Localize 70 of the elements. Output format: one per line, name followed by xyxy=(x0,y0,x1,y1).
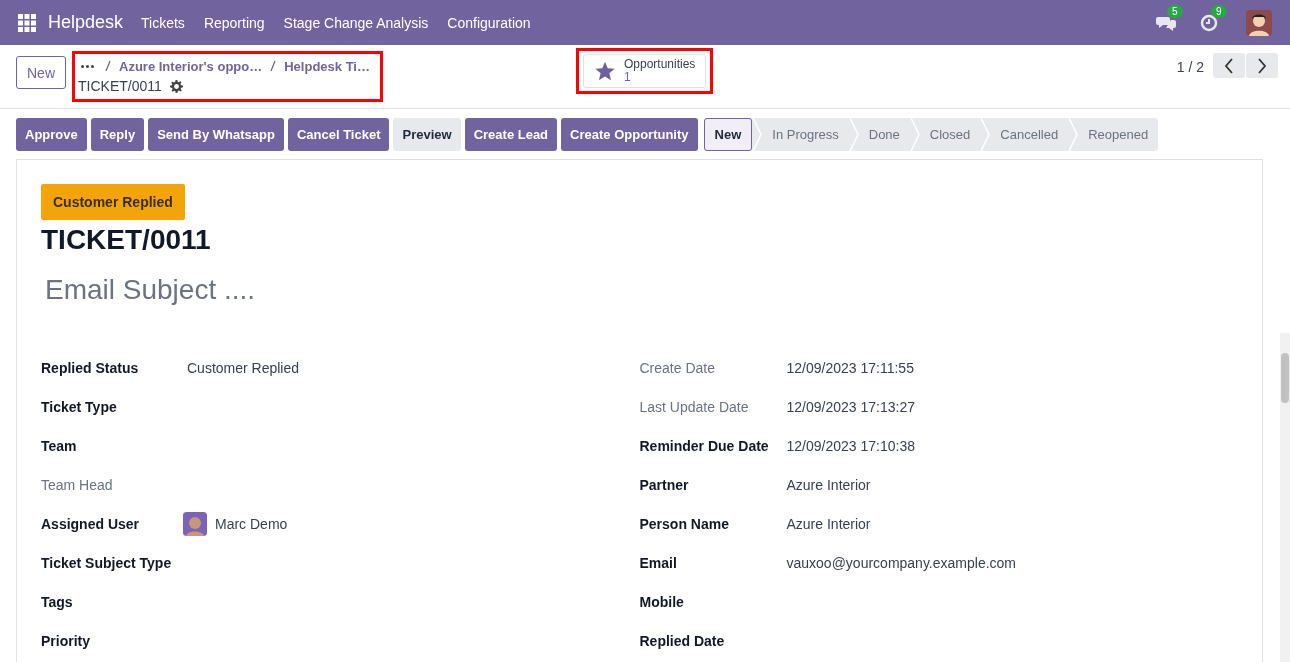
scrollbar[interactable] xyxy=(1280,333,1290,662)
field-value: Azure Interior xyxy=(786,476,871,493)
opportunities-smart-button[interactable]: Opportunities 1 xyxy=(583,54,707,88)
chevron-left-icon xyxy=(1224,57,1234,74)
action-button[interactable]: Reply xyxy=(90,118,145,151)
stage-button[interactable]: Closed xyxy=(919,118,981,151)
field-value: vauxoo@yourcompany.example.com xyxy=(786,554,1016,571)
field-label: Tags xyxy=(41,593,74,610)
ticket-title: TICKET/0011 xyxy=(41,224,212,256)
field-label: Ticket Subject Type xyxy=(41,554,173,571)
breadcrumb-separator-icon xyxy=(105,60,111,72)
action-button[interactable]: Create Opportunity xyxy=(561,118,698,151)
field-label: Partner xyxy=(639,476,690,493)
status-badge: Customer Replied xyxy=(41,184,185,220)
stage-button[interactable]: New xyxy=(703,118,753,151)
menu-item[interactable]: Tickets xyxy=(141,14,185,31)
field-label: Replied Status xyxy=(41,359,140,376)
breadcrumb-separator-icon xyxy=(270,60,277,72)
field-label: Create Date xyxy=(639,359,716,376)
settings-icon[interactable] xyxy=(169,79,183,93)
breadcrumb-link[interactable]: Azure Interior's oppo… xyxy=(119,58,263,74)
action-button[interactable]: Send By Whatsapp xyxy=(148,118,284,151)
chevron-divider-icon xyxy=(909,118,920,151)
field-value: 12/09/2023 17:13:27 xyxy=(786,398,915,415)
menu-item[interactable]: Stage Change Analysis xyxy=(283,14,429,31)
message-count-badge: 5 xyxy=(1167,4,1183,18)
chevron-right-icon xyxy=(1257,57,1267,74)
breadcrumb-link[interactable]: Helpdesk Ti… xyxy=(284,58,370,74)
stage-button[interactable]: Done xyxy=(858,118,910,151)
menu-item[interactable]: Configuration xyxy=(447,14,531,31)
field-label: Last Update Date xyxy=(639,398,750,415)
app-grid-icon[interactable] xyxy=(18,13,36,32)
field-label: Team xyxy=(41,437,78,454)
new-button[interactable]: New xyxy=(16,56,66,89)
field-label: Priority xyxy=(41,632,91,649)
stage-button[interactable]: Cancelled xyxy=(990,118,1069,151)
field-label: Person Name xyxy=(639,515,730,532)
field-label: Email xyxy=(639,554,678,571)
action-button[interactable]: Approve xyxy=(16,118,87,151)
field-value: Azure Interior xyxy=(786,515,871,532)
field-label: Mobile xyxy=(639,593,685,610)
field-value: 12/09/2023 17:11:55 xyxy=(786,359,914,376)
activity-count-badge: 9 xyxy=(1211,4,1227,18)
field-label: Replied Date xyxy=(639,632,726,649)
chevron-divider-icon xyxy=(848,118,859,151)
previous-button[interactable] xyxy=(1213,53,1245,78)
action-button[interactable]: Cancel Ticket xyxy=(287,118,390,151)
field-label: Team Head xyxy=(41,476,114,493)
action-button[interactable]: Preview xyxy=(393,118,461,151)
star-icon xyxy=(594,60,616,82)
next-button[interactable] xyxy=(1246,53,1278,78)
chevron-divider-icon xyxy=(1068,118,1079,151)
stage-button[interactable]: Reopened xyxy=(1078,118,1159,151)
action-button[interactable]: Create Lead xyxy=(464,118,558,151)
record-name: TICKET/0011 xyxy=(78,78,162,94)
field-label: Ticket Type xyxy=(41,398,118,415)
field-label: Assigned User xyxy=(41,515,141,532)
user-avatar[interactable] xyxy=(1246,9,1272,36)
field-label: Reminder Due Date xyxy=(639,437,770,454)
user-avatar xyxy=(183,511,207,536)
field-value: Marc Demo xyxy=(215,515,288,532)
field-value: 12/09/2023 17:10:38 xyxy=(786,437,915,454)
clock-icon[interactable] xyxy=(1200,13,1218,32)
menu-item[interactable]: Reporting xyxy=(203,14,265,31)
pager-counter: 1 / 2 xyxy=(1176,59,1204,75)
stage-button[interactable]: In Progress xyxy=(762,118,849,151)
field-value: Customer Replied xyxy=(187,359,300,376)
app-name-link[interactable]: Helpdesk xyxy=(48,12,124,33)
chevron-divider-icon xyxy=(980,118,991,151)
chevron-divider-icon xyxy=(752,118,763,151)
